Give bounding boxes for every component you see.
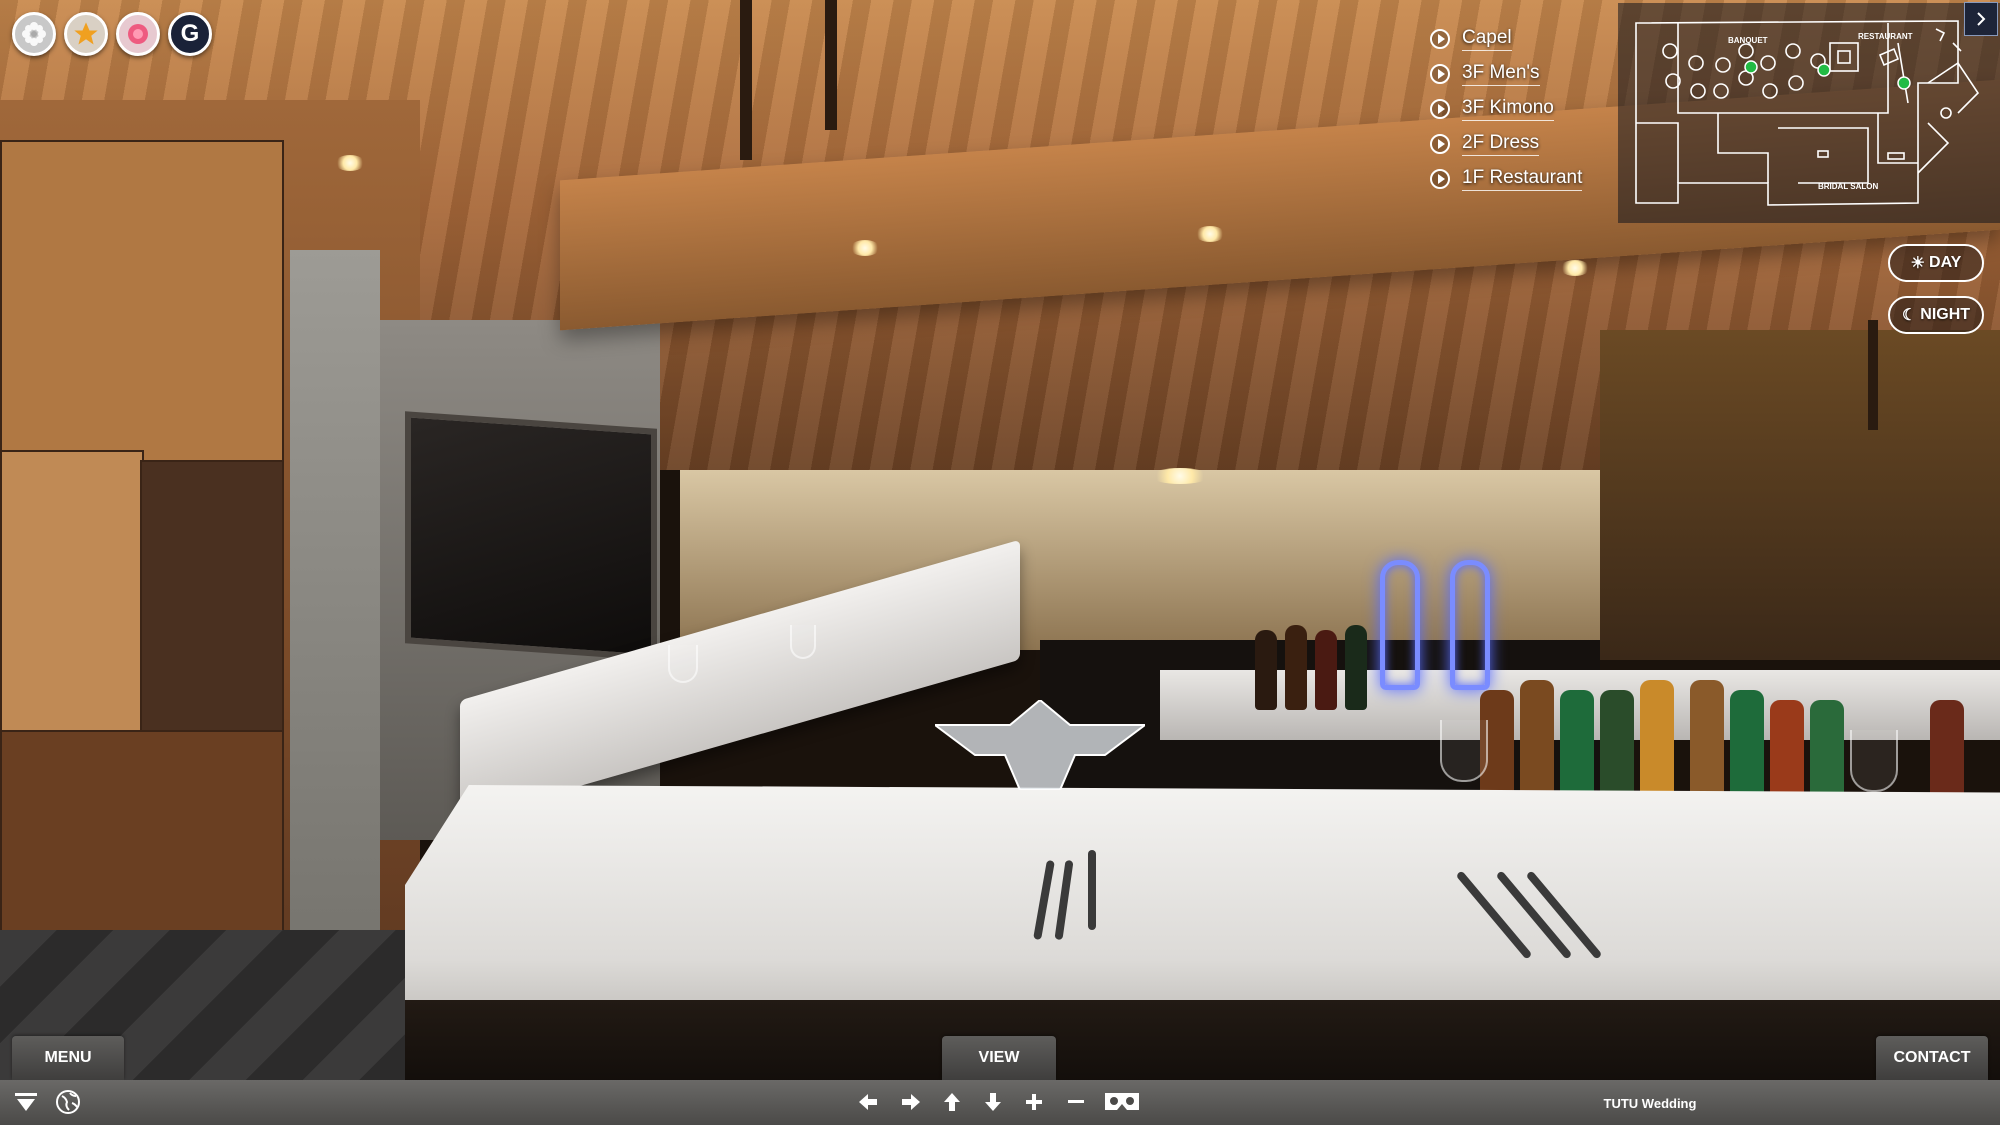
contact-tab[interactable]: CONTACT (1876, 1036, 1988, 1080)
floor-item-3f-mens[interactable]: 3F Men's (1430, 61, 1630, 86)
ceiling-light (1560, 260, 1590, 276)
play-circle-icon (1430, 63, 1450, 84)
beer-bottle (1520, 680, 1554, 800)
beam-rail (825, 0, 837, 130)
play-circle-icon (1430, 133, 1450, 154)
zoom-in-icon[interactable] (1020, 1088, 1048, 1116)
brand-name: TUTU Wedding (1603, 1096, 1697, 1111)
night-label: NIGHT (1920, 306, 1971, 323)
floor-item-label: 2F Dress (1462, 132, 1540, 156)
vr-headset-icon[interactable] (1102, 1088, 1142, 1116)
map-label-banquet: BANQUET (1728, 36, 1768, 45)
arrow-left-icon[interactable] (854, 1088, 882, 1116)
liquor-bottle (1285, 625, 1307, 710)
beam-rail (740, 0, 752, 160)
play-circle-icon (1430, 98, 1450, 119)
flower-icon[interactable] (12, 12, 56, 56)
star-icon[interactable] (64, 12, 108, 56)
view-tab[interactable]: VIEW (942, 1036, 1056, 1080)
floor-item-label: Capel (1462, 27, 1512, 51)
ceiling-light (850, 240, 880, 256)
wine-glass (1440, 720, 1488, 782)
arrow-down-icon[interactable] (979, 1088, 1007, 1116)
map-label-bridal-salon: BRIDAL SALON (1818, 182, 1879, 191)
wall-television (405, 411, 657, 661)
pink-flower-icon[interactable] (116, 12, 160, 56)
google-icon-glyph: G (180, 20, 200, 47)
chevron-right-icon (1977, 12, 1986, 26)
google-icon[interactable]: G (168, 12, 212, 56)
globe-icon[interactable] (54, 1088, 82, 1116)
wine-glass (1850, 730, 1898, 792)
wine-glass (790, 625, 816, 659)
floor-item-label: 3F Kimono (1462, 97, 1554, 121)
arrow-up-icon[interactable] (938, 1088, 966, 1116)
day-label: DAY (1929, 254, 1962, 271)
wall-panel (0, 450, 144, 774)
spoon (1088, 850, 1096, 930)
right-wall (1600, 330, 2000, 660)
liquor-bottle (1315, 630, 1337, 710)
floor-menu: Capel 3F Men's 3F Kimono 2F Dress 1F Res… (1430, 26, 1630, 191)
neon-tap (1450, 560, 1490, 690)
ceiling-light (1195, 226, 1225, 242)
ceiling-light (1150, 468, 1210, 484)
floor-plan-map[interactable]: BANQUET RESTAURANT BRIDAL SALON (1618, 3, 2000, 223)
play-circle-icon (1430, 28, 1450, 49)
wall-panel (0, 140, 284, 474)
floor-item-label: 3F Men's (1462, 62, 1540, 86)
beer-bottle (1690, 680, 1724, 800)
liquor-bottle (1255, 630, 1277, 710)
floor-plan-drawing: BANQUET RESTAURANT BRIDAL SALON (1635, 20, 1980, 206)
moon-icon: ☾ (1901, 307, 1917, 324)
wine-glass (668, 645, 698, 683)
menu-tab[interactable]: MENU (12, 1036, 124, 1080)
night-button[interactable]: ☾ NIGHT (1888, 296, 1984, 334)
zoom-out-icon[interactable] (1062, 1088, 1090, 1116)
wall-panel (140, 460, 284, 744)
play-circle-icon (1430, 168, 1450, 189)
floor-item-1f-restaurant[interactable]: 1F Restaurant (1430, 166, 1630, 191)
map-label-restaurant: RESTAURANT (1858, 32, 1913, 41)
liquor-bottle (1345, 625, 1367, 710)
bar-counter-front (405, 785, 2000, 1035)
grey-column (290, 250, 380, 940)
map-toggle-button[interactable] (1964, 2, 1998, 36)
dropdown-icon[interactable] (12, 1088, 40, 1116)
beer-bottle (1640, 680, 1674, 800)
neon-tap (1380, 560, 1420, 690)
navigation-hotspot-arrow[interactable] (935, 700, 1145, 790)
floor-item-3f-kimono[interactable]: 3F Kimono (1430, 96, 1630, 121)
sun-icon: ☀ (1910, 255, 1926, 272)
day-button[interactable]: ☀ DAY (1888, 244, 1984, 282)
floor-item-label: 1F Restaurant (1462, 167, 1583, 191)
beam-rail (1868, 320, 1878, 430)
floor-item-capel[interactable]: Capel (1430, 26, 1630, 51)
arrow-right-icon[interactable] (897, 1088, 925, 1116)
ceiling-light (335, 155, 365, 171)
floor-item-2f-dress[interactable]: 2F Dress (1430, 131, 1630, 156)
